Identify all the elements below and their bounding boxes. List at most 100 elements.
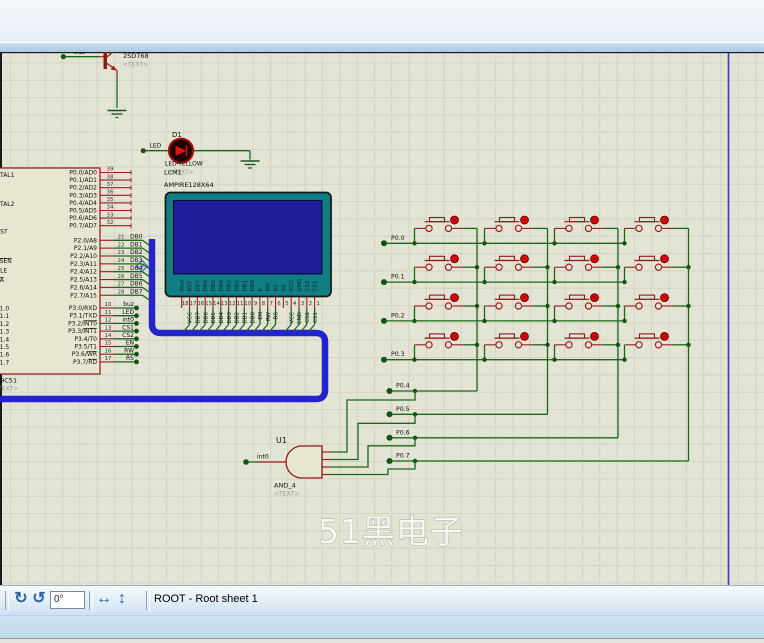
net-label: CS2 [122, 332, 134, 339]
flip-vertical-icon[interactable]: ↕ [113, 588, 131, 610]
mcu-pin-name: P3.0/RXD [69, 305, 97, 312]
lcd-pin-number: 13 [221, 301, 228, 307]
col-net-label: P0.4 [396, 383, 410, 390]
col-net-label: P0.6 [396, 429, 410, 436]
mcu-pin-name: P3.6/WR [72, 351, 97, 358]
gate-part-label: AND_4 [274, 482, 296, 490]
keypad-pushbutton[interactable] [412, 215, 477, 246]
toolbar-edge-strip [0, 42, 764, 52]
mcu-pin-name: P3.7/RD [73, 359, 97, 366]
keypad-pushbutton[interactable] [412, 254, 480, 285]
lcd-pin-name: DB5 [211, 279, 217, 291]
keypad-pushbutton[interactable] [622, 332, 691, 362]
rotation-angle-input[interactable]: 0° [50, 591, 85, 609]
keypad-pushbutton[interactable] [622, 293, 691, 324]
wire-terminal-dot [381, 279, 387, 286]
gate-output-net-label: int0 [257, 454, 269, 461]
net-label: VCC [188, 312, 194, 324]
rotate-counterclockwise-icon[interactable]: ↺ [30, 588, 48, 610]
net-label: EN [258, 312, 264, 320]
lcd-module[interactable]: LCM1 AMPIRE128X64 <TEXT> [164, 169, 332, 298]
wire-terminal-dot [386, 388, 393, 394]
lcd-pin-name: DB3 [227, 279, 233, 291]
watermark-text: 51黑电子 [318, 512, 464, 551]
mcu-pin-name: P0.0/AD0 [69, 170, 97, 177]
lcd-pin-number: 9 [254, 301, 258, 307]
ground-symbol [240, 160, 260, 169]
net-label: int0 [122, 317, 134, 324]
keypad-pushbutton[interactable] [412, 293, 480, 324]
mcu-pin-number: 14 [105, 333, 112, 339]
net-label: GND [297, 312, 303, 325]
mcu-pin-name: P1.2 [0, 321, 9, 328]
lcd-pin-number: 17 [190, 301, 197, 307]
mcu-pin-number: 13 [105, 325, 112, 331]
keypad-pushbutton[interactable] [622, 254, 691, 285]
wire-terminal-dot [386, 411, 393, 418]
net-label: RW [124, 347, 134, 354]
gate-ref-label: U1 [276, 436, 287, 445]
rotate-clockwise-icon[interactable]: ↻ [12, 588, 30, 610]
mcu-pin-name: RST [0, 229, 8, 236]
wire-terminal-dot [381, 356, 387, 363]
lcd-pin-number: 7 [269, 301, 273, 307]
lcd-pin-name: V0 [281, 284, 287, 292]
lcd-pin-name: DB7 [195, 279, 201, 291]
net-label: DB2 [130, 249, 143, 256]
mcu-pin-number: 34 [107, 205, 114, 211]
mcu-pin-name: P0.5/AD5 [69, 208, 97, 215]
net-label: RS [126, 355, 134, 362]
net-label: CS2 [305, 312, 311, 323]
keypad-pushbutton[interactable] [482, 293, 550, 324]
mcu-pin-number: 28 [118, 289, 125, 295]
bus-tap [142, 286, 150, 293]
keypad-pushbutton[interactable] [482, 332, 550, 362]
flip-horizontal-icon[interactable]: ↔ [95, 588, 113, 610]
transistor-part-label: 2SD768 [123, 52, 149, 60]
bus-tap [142, 271, 150, 278]
gate-text-placeholder: <TEXT> [274, 491, 299, 498]
wire-terminal-dot [134, 313, 139, 319]
lcd-pin-name: E [258, 288, 264, 292]
led-part-label: LED-YELLOW [165, 161, 203, 168]
mcu-part-label: 89C51 [0, 377, 17, 385]
wire-terminal-dot [381, 317, 387, 324]
row-net-label: P0.1 [391, 274, 405, 281]
and-gate-u1[interactable]: U1 int0 AND_4 <TEXT> [243, 436, 323, 498]
keypad-pushbutton[interactable] [622, 215, 689, 246]
keypad-pushbutton[interactable] [552, 293, 621, 324]
toolbar-separator [146, 591, 150, 610]
keypad-pushbutton[interactable] [552, 332, 621, 362]
base-net-label: buz [74, 52, 85, 56]
net-label: DB1 [130, 241, 143, 248]
wire-terminal-dot [386, 458, 393, 464]
led-d1[interactable]: D1 LED LED-YELLOW <TEXT> [140, 131, 260, 176]
net-label: CS1 [122, 324, 134, 331]
wire-terminal-dot [243, 459, 249, 465]
wire-terminal-dot [134, 344, 139, 349]
mcu-pin-name: P2.7/A15 [70, 292, 97, 299]
mcu-pin-number: 33 [107, 212, 114, 218]
lcd-screen [173, 200, 323, 275]
root-sheet-label: ROOT - Root sheet 1 [154, 593, 258, 605]
lcd-pin-number: 18 [182, 301, 189, 307]
mcu-pin-name: P1.5 [0, 344, 9, 351]
mcu-pin-name: P0.3/AD3 [69, 192, 97, 199]
schematic-editor-canvas[interactable]: 51黑电子 89C51 <TEXT> buz [0, 52, 764, 585]
lcd-pin-name: CS1 [313, 281, 319, 292]
row-net-label: P0.3 [391, 351, 405, 358]
transistor-2sd768[interactable]: buz 2SD768 <TEXT> [60, 52, 149, 119]
mcu-pin-number: 26 [118, 274, 125, 280]
keypad-pushbutton[interactable] [552, 254, 621, 285]
keypad-pushbutton[interactable] [552, 215, 618, 246]
toolbar-separator [89, 591, 93, 610]
keypad-pushbutton[interactable] [482, 254, 550, 285]
mcu-pin-name: P0.7/AD7 [69, 223, 97, 230]
bus-tap [142, 255, 150, 262]
keypad-pushbutton[interactable] [412, 332, 480, 362]
wire-terminal-dot [134, 305, 139, 311]
net-label: LED [122, 309, 134, 316]
keypad-pushbutton[interactable] [482, 215, 548, 246]
lcd-pin-number: 11 [236, 301, 243, 307]
mcu-pin-number: 22 [118, 242, 125, 248]
